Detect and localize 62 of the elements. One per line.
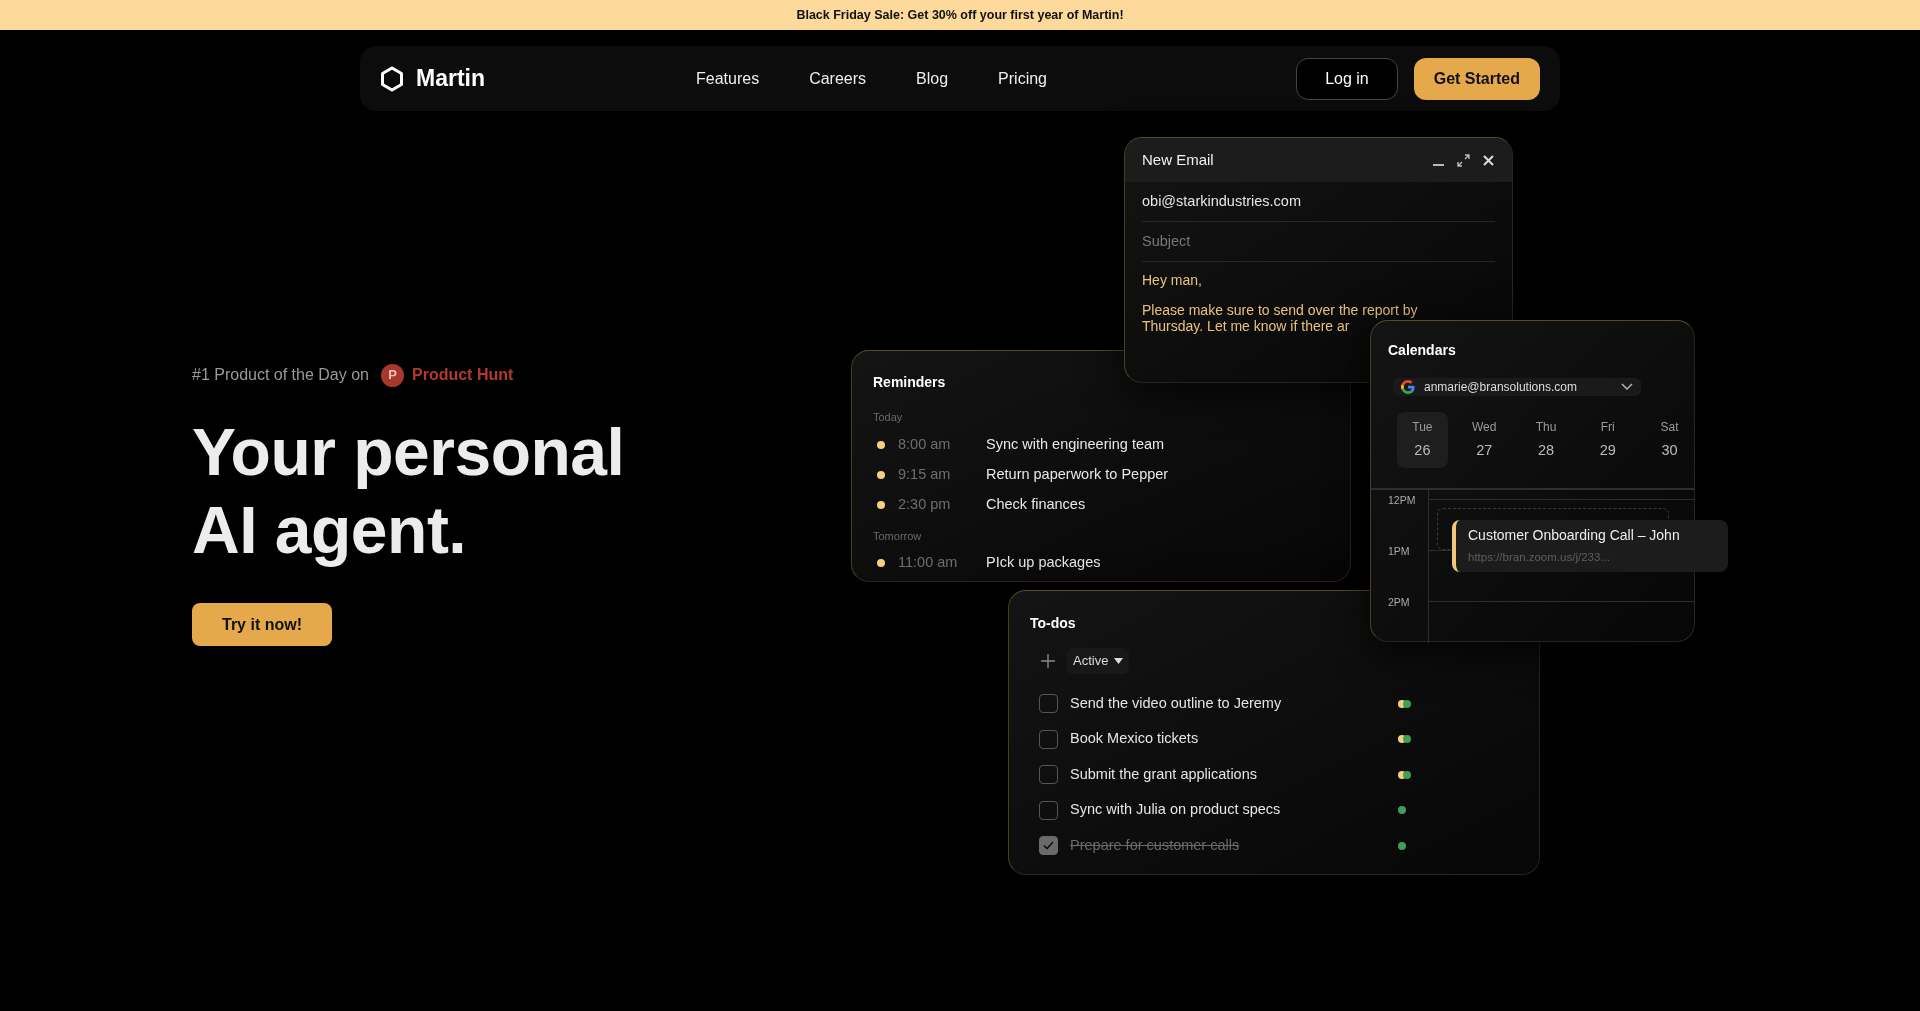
todo-text: Book Mexico tickets [1070, 729, 1200, 749]
reminder-time: 2:30 pm [898, 494, 952, 514]
award-text: #1 Product of the Day on [192, 365, 369, 385]
account-dropdown[interactable]: anmarie@bransolutions.com [1393, 378, 1641, 396]
reminder-task: Check finances [986, 494, 1086, 514]
group-label: Today [873, 410, 904, 425]
todo-checkbox[interactable] [1039, 729, 1058, 749]
todo-text: Submit the grant applications [1070, 764, 1258, 784]
todo-checkbox[interactable] [1039, 800, 1058, 820]
day-tab[interactable]: Thu 28 [1520, 412, 1572, 468]
event-link: https://bran.zoom.us/j/233... [1468, 550, 1611, 566]
hero-headline: Your personal AI agent. [192, 414, 625, 569]
nav-link[interactable]: Blog [916, 66, 949, 91]
todo-checkbox[interactable] [1039, 836, 1058, 856]
nav-link[interactable]: Features [696, 66, 760, 91]
card-title: Calendars [1388, 341, 1456, 360]
product-hunt-link[interactable]: Product Hunt [412, 363, 514, 387]
todo-text: Sync with Julia on product specs [1070, 800, 1282, 820]
chevron-down-icon [1621, 383, 1633, 391]
reminder-time: 9:15 am [898, 464, 952, 484]
day-tab[interactable]: Sat 30 [1644, 412, 1695, 468]
group-label: Tomorrow [873, 528, 923, 544]
todo-text: Send the video outline to Jeremy [1070, 693, 1283, 713]
google-icon [1401, 380, 1415, 394]
card-title: To-dos [1030, 614, 1076, 633]
email-body: Please make sure to send over the report by Thursday. Let me know if there ar [1142, 302, 1419, 334]
product-hunt-icon: P [381, 363, 404, 387]
brand-name: Martin [416, 64, 485, 94]
promo-banner: Black Friday Sale: Get 30% off your first year of Martin! [0, 0, 1920, 30]
nav-link[interactable]: Pricing [998, 66, 1047, 91]
email-greeting: Hey man, [1142, 271, 1203, 290]
day-tab[interactable]: Wed 27 [1458, 412, 1510, 468]
day-tab[interactable]: Tue 26 [1397, 412, 1448, 468]
reminder-task: Return paperwork to Pepper [986, 464, 1169, 484]
reminder-time: 8:00 am [898, 434, 952, 454]
todo-text: Prepare for customer calls [1070, 835, 1241, 855]
event-title: Customer Onboarding Call – John [1468, 526, 1681, 546]
expand-icon[interactable] [1457, 153, 1470, 167]
get-started-button[interactable]: Get Started [1413, 57, 1540, 100]
filter-dropdown[interactable]: Active [1067, 648, 1130, 674]
card-title: Reminders [873, 373, 947, 392]
nav-link[interactable]: Careers [809, 66, 867, 91]
try-it-now-button[interactable]: Try it now! [192, 603, 332, 646]
reminder-task: Sync with engineering team [986, 434, 1165, 454]
todo-checkbox[interactable] [1039, 765, 1058, 785]
todo-checkbox[interactable] [1039, 694, 1058, 714]
hour-label: 12PM [1370, 490, 1429, 541]
to-field[interactable]: obi@starkindustries.com [1142, 190, 1495, 213]
event-popup[interactable]: Customer Onboarding Call – John https://bran.zoom.us/j/233... [1452, 520, 1728, 572]
login-button[interactable]: Log in [1296, 57, 1398, 100]
caret-icon [1114, 658, 1124, 664]
subject-field[interactable]: Subject [1142, 230, 1495, 253]
reminder-time: 11:00 am [898, 553, 959, 573]
day-tab[interactable]: Fri 29 [1582, 412, 1634, 468]
check-icon [1043, 841, 1054, 851]
add-icon[interactable] [1039, 652, 1057, 670]
hour-label: 1PM [1370, 541, 1429, 592]
reminder-task: PIck up packages [986, 553, 1101, 573]
window-title: New Email [1142, 149, 1214, 170]
hexagon-logo-icon [380, 65, 404, 92]
hour-label: 2PM [1370, 592, 1429, 643]
close-icon[interactable] [1482, 153, 1495, 167]
